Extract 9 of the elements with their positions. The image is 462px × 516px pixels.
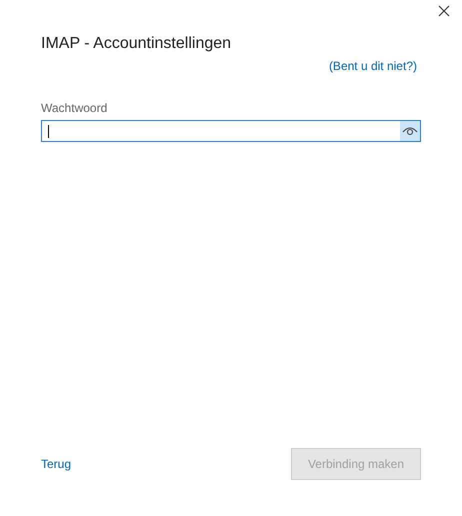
show-password-button[interactable] (400, 121, 420, 141)
window-title: IMAP - Accountinstellingen (41, 34, 232, 54)
close-button[interactable] (436, 3, 452, 19)
eye-icon (402, 126, 418, 136)
close-icon (438, 5, 450, 17)
not-you-link[interactable]: (Bent u dit niet?) (328, 58, 417, 74)
password-label: Wachtwoord (41, 100, 108, 116)
password-field[interactable] (41, 120, 421, 142)
back-link[interactable]: Terug (41, 455, 72, 473)
